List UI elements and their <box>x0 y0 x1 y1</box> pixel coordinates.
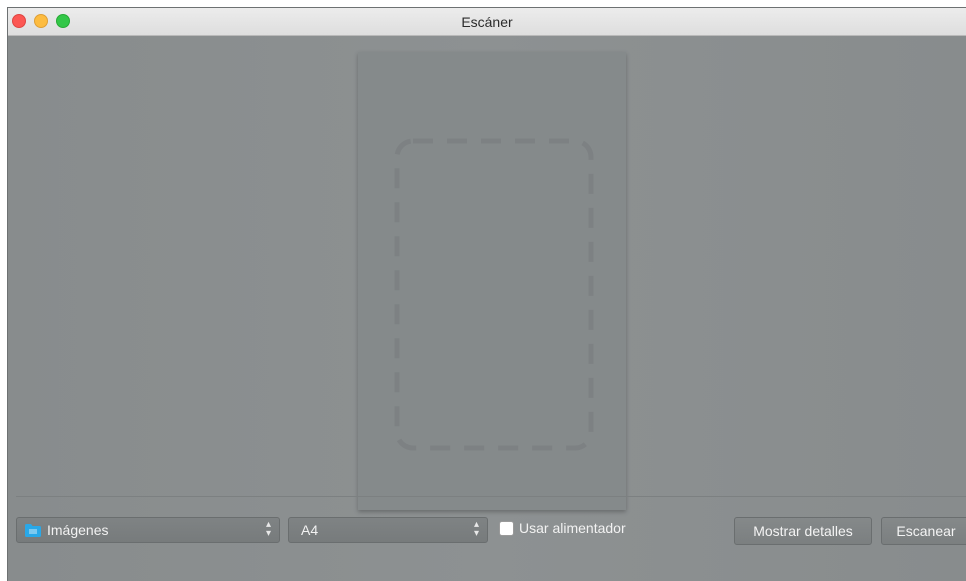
scanner-window: Escáner Imágenes ▴ ▾ A4 ▴ ▾ Usar alimentad… <box>8 8 966 581</box>
size-popup[interactable]: A4 ▴ ▾ <box>288 517 488 543</box>
toolbar-separator <box>16 496 966 497</box>
size-label: A4 <box>301 522 319 538</box>
popup-arrows-icon: ▴ ▾ <box>473 519 479 539</box>
destination-label: Imágenes <box>47 522 109 538</box>
popup-arrows-icon: ▴ ▾ <box>265 519 271 539</box>
show-details-button[interactable]: Mostrar detalles <box>734 517 872 545</box>
folder-icon <box>25 524 41 537</box>
use-feeder-label[interactable]: Usar alimentador <box>519 520 626 536</box>
title-bar: Escáner <box>8 8 966 36</box>
window-title: Escáner <box>461 14 513 30</box>
use-feeder-checkbox[interactable] <box>499 521 514 536</box>
scan-placeholder-outline <box>394 138 594 451</box>
document-preview <box>358 52 626 510</box>
scan-preview-area <box>8 36 966 581</box>
destination-popup[interactable]: Imágenes ▴ ▾ <box>16 517 280 543</box>
scan-button[interactable]: Escanear <box>881 517 966 545</box>
